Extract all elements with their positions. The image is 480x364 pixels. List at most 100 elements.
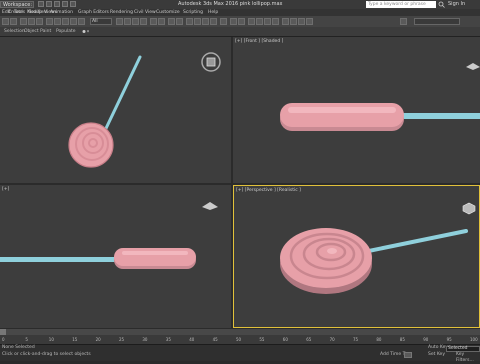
rectangular-selection-icon[interactable] [70,18,77,25]
lollipop-perspective-view [280,228,468,294]
viewcube-icon[interactable] [460,200,478,216]
selection-set-icon[interactable] [400,18,407,25]
unlink-icon[interactable] [28,18,35,25]
material-editor-icon[interactable] [282,18,289,25]
angle-snap-icon[interactable] [194,18,201,25]
menu-scripting[interactable]: Scripting [183,9,203,16]
window-crossing-icon[interactable] [78,18,85,25]
ribbon-tab-populate[interactable]: Populate [56,28,76,35]
timeline-frame-label: 100 [470,337,478,342]
lollipop-stick [0,257,122,262]
workspace-dropdown[interactable]: Workspace: Default [0,1,34,15]
timeline-frame-label: 50 [236,337,242,342]
set-key-icon[interactable] [404,352,412,358]
viewport-perspective[interactable]: [+] [Perspective ] [Realistic ] [233,185,480,328]
selection-filter-dropdown[interactable]: All [90,18,112,25]
select-move-icon[interactable] [116,18,123,25]
menu-graph-editors[interactable]: Graph Editors [78,9,109,16]
app-title: Autodesk 3ds Max 2016 pink lollipop.max [178,1,283,7]
timeline-frame-label: 60 [282,337,288,342]
rendered-frame-window-icon[interactable] [298,18,305,25]
timeline-frame-label: 30 [142,337,148,342]
lollipop-candy [280,103,404,127]
timeline-frame-label: 15 [72,337,78,342]
search-icon[interactable] [438,1,445,8]
timeline-frame-label: 0 [2,337,5,342]
align-icon[interactable] [238,18,245,25]
curve-editor-icon[interactable] [264,18,271,25]
sign-in-link[interactable]: Sign In [448,1,465,8]
timeline-frame-label: 80 [376,337,382,342]
graphite-ribbon-icon[interactable] [256,18,263,25]
viewport-top[interactable] [0,37,231,183]
open-file-icon[interactable] [46,1,52,7]
schematic-view-icon[interactable] [272,18,279,25]
timeline-frame-label: 5 [25,337,28,342]
timeline-frame-label: 45 [212,337,218,342]
search-input[interactable]: Type a keyword or phrase [366,1,436,8]
lollipop-top-view [68,55,142,168]
timeline-frame-label: 90 [423,337,429,342]
reference-coordinate-icon[interactable] [150,18,157,25]
pivot-center-icon[interactable] [158,18,165,25]
layer-manager-icon[interactable] [248,18,255,25]
lollipop-stick [352,229,468,256]
menu-help[interactable]: Help [208,9,218,16]
render-production-icon[interactable] [306,18,313,25]
bind-space-warp-icon[interactable] [36,18,43,25]
select-scale-icon[interactable] [132,18,139,25]
new-file-icon[interactable] [38,1,44,7]
undo-icon[interactable] [62,1,68,7]
lollipop-stick [398,113,480,119]
ribbon-options-icon[interactable] [82,29,90,34]
timeline-frame-label: 10 [48,337,54,342]
named-selection-icon[interactable] [220,18,227,25]
prompt-line: Click or click-and-drag to select object… [2,352,91,357]
undo-toolbar-icon[interactable] [2,18,9,25]
ribbon-tab-selection[interactable]: Selection [4,28,25,35]
menu-customize[interactable]: Customize [156,9,180,16]
menu-animation[interactable]: Animation [50,9,73,16]
menu-rendering[interactable]: Rendering [110,9,133,16]
named-selection-sets-dropdown[interactable] [414,18,460,25]
selection-filter-icon[interactable] [46,18,53,25]
save-file-icon[interactable] [54,1,60,7]
keyboard-shortcut-icon[interactable] [176,18,183,25]
mirror-icon[interactable] [230,18,237,25]
redo-toolbar-icon[interactable] [10,18,17,25]
select-link-icon[interactable] [20,18,27,25]
viewport-left[interactable]: [+] [0,185,231,328]
viewcube-icon[interactable] [200,199,220,211]
select-manipulate-icon[interactable] [168,18,175,25]
timeline-frame-label: 75 [353,337,359,342]
redo-icon[interactable] [70,1,76,7]
select-object-icon[interactable] [54,18,61,25]
select-place-icon[interactable] [140,18,147,25]
timeline-frame-label: 95 [446,337,452,342]
spinner-snap-icon[interactable] [210,18,217,25]
set-key-button[interactable]: Set Key [428,352,445,358]
menu-civil-view[interactable]: Civil View [134,9,156,16]
lollipop-left-view [0,248,196,269]
timeline-frame-label: 25 [119,337,125,342]
ribbon-tab-object-paint[interactable]: Object Paint [24,28,51,35]
viewport-front[interactable]: [+] [Front ] [Shaded ] [233,37,480,183]
select-by-name-icon[interactable] [62,18,69,25]
selection-status: None Selected [2,345,35,350]
timeline-frame-label: 35 [165,337,171,342]
menu-create-label[interactable]: Create [8,9,23,16]
timeline-frame-label: 55 [259,337,265,342]
timeline-frame-label: 40 [189,337,195,342]
steering-wheel-icon[interactable] [200,51,222,73]
snaps-toggle-icon[interactable] [186,18,193,25]
viewcube-icon[interactable] [465,61,480,71]
select-rotate-icon[interactable] [124,18,131,25]
timeline-frame-label: 65 [306,337,312,342]
render-setup-icon[interactable] [290,18,297,25]
timeline-frame-label: 70 [329,337,335,342]
percent-snap-icon[interactable] [202,18,209,25]
lollipop-candy [114,248,196,266]
lollipop-front-view [280,103,480,131]
key-filters-button[interactable]: Key Filters... [456,352,480,364]
menu-modifiers[interactable]: Modifiers [27,9,48,16]
